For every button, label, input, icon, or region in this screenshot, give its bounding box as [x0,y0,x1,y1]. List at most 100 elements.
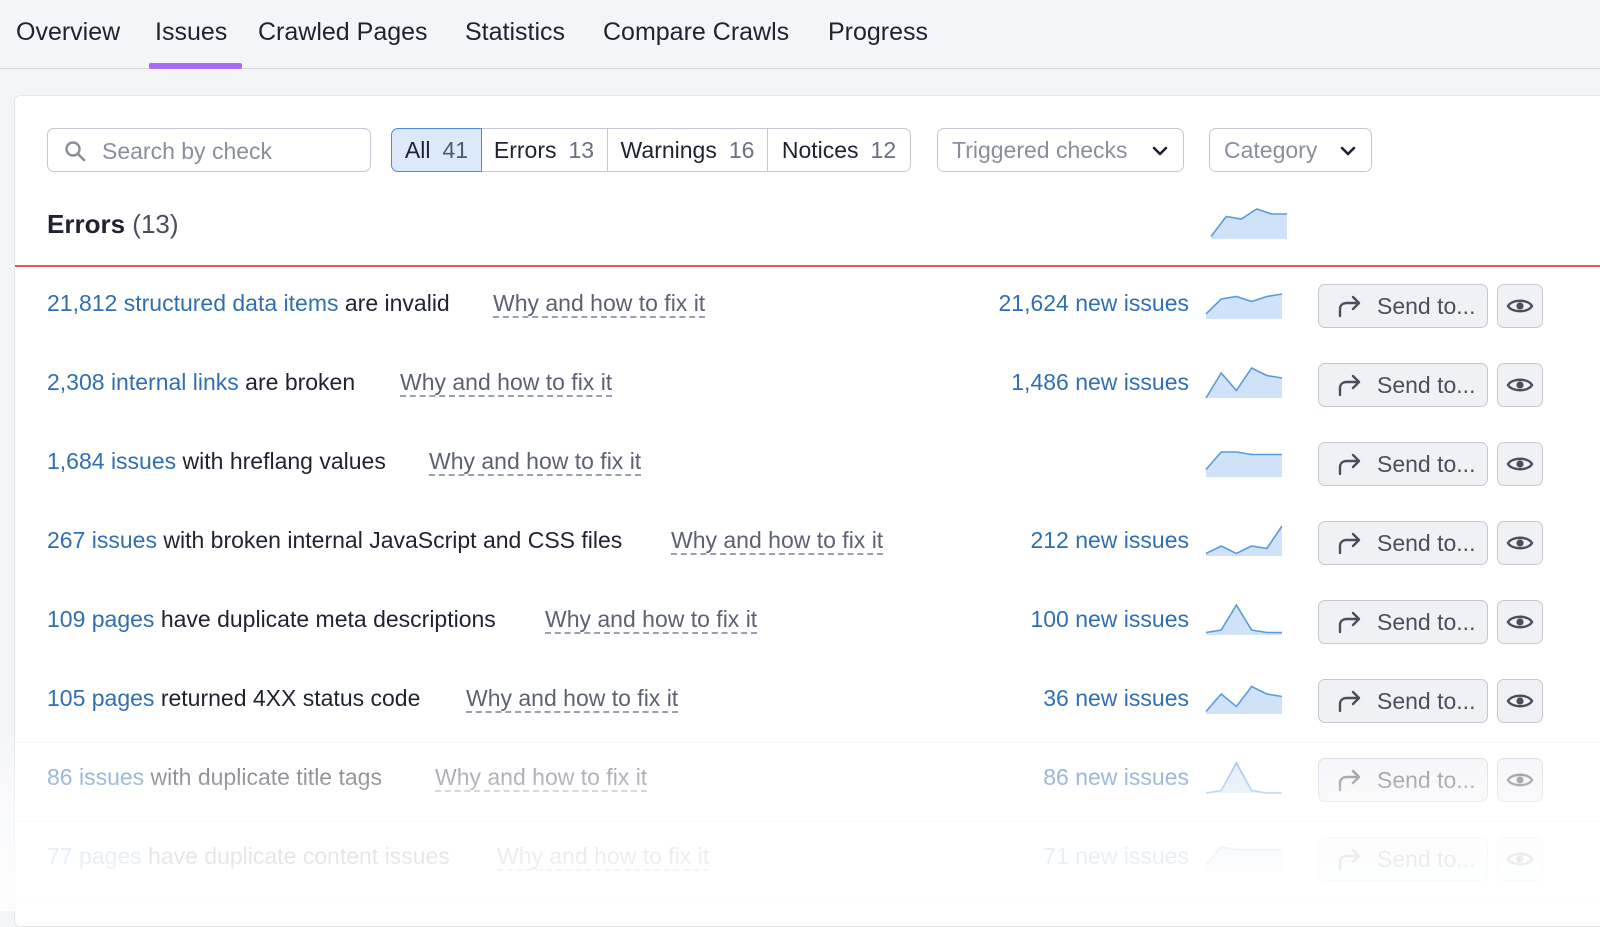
issue-text: have duplicate content issues [141,843,450,869]
share-arrow-icon [1338,690,1361,713]
issue-count-link[interactable]: 1,684 issues [47,448,176,474]
new-issues-link[interactable]: 36 new issues [1043,685,1189,712]
new-issues-link[interactable]: 212 new issues [1030,527,1189,554]
eye-icon [1506,694,1534,708]
send-to-label: Send to... [1377,529,1476,556]
tab-crawled-pages[interactable]: Crawled Pages [258,18,428,47]
eye-icon [1506,773,1534,787]
issue-count-link[interactable]: 2,308 internal links [47,369,239,395]
section-title-text: Errors [47,209,126,239]
hide-issue-button[interactable] [1497,363,1543,407]
issue-count-link[interactable]: 77 pages [47,843,142,869]
issue-description: 86 issues with duplicate title tags [47,764,382,791]
section-count: (13) [132,209,179,239]
issue-count-link[interactable]: 21,812 structured data items [47,290,339,316]
errors-section-title: Errors (13) [47,209,179,240]
filter-warnings[interactable]: Warnings 16 [607,128,768,172]
send-to-button[interactable]: Send to... [1318,679,1488,723]
issue-description: 21,812 structured data items are invalid [47,290,450,317]
tab-statistics[interactable]: Statistics [465,18,565,47]
filter-warnings-label: Warnings [620,136,717,163]
new-issues-link[interactable]: 21,624 new issues [998,290,1189,317]
eye-icon [1506,378,1534,392]
issue-text: returned 4XX status code [154,685,421,711]
hide-issue-button[interactable] [1497,837,1543,881]
why-and-how-to-fix-link[interactable]: Why and how to fix it [400,369,613,397]
send-to-label: Send to... [1377,687,1476,714]
new-issues-link[interactable]: 86 new issues [1043,764,1189,791]
send-to-button[interactable]: Send to... [1318,758,1488,802]
trend-sparkline [1205,761,1282,794]
tab-overview[interactable]: Overview [16,18,120,47]
send-to-button[interactable]: Send to... [1318,600,1488,644]
why-and-how-to-fix-link[interactable]: Why and how to fix it [435,764,648,792]
issue-description: 2,308 internal links are broken [47,369,355,396]
category-dropdown[interactable]: Category [1209,128,1372,172]
filter-notices-label: Notices [781,136,859,163]
new-issues-link[interactable]: 100 new issues [1030,606,1189,633]
why-and-how-to-fix-link[interactable]: Why and how to fix it [545,606,758,634]
sparkline-area [1206,368,1282,398]
hide-issue-button[interactable] [1497,442,1543,486]
issue-row: 105 pages returned 4XX status code Why an… [15,662,1600,743]
filter-errors[interactable]: Errors 13 [481,128,608,172]
hide-issue-button[interactable] [1497,600,1543,644]
trend-sparkline [1205,603,1282,635]
eye-icon [1506,615,1534,629]
new-issues-link[interactable]: 71 new issues [1043,843,1189,870]
triggered-checks-dropdown[interactable]: Triggered checks [937,128,1184,172]
share-arrow-icon [1338,848,1361,871]
filter-all-count: 41 [442,136,469,163]
search-input[interactable] [100,135,364,167]
share-arrow-icon [1338,453,1361,476]
why-and-how-to-fix-link[interactable]: Why and how to fix it [466,685,679,713]
sparkline-area [1206,294,1282,319]
errors-trend-sparkline [1210,208,1287,239]
filter-all[interactable]: All 41 [391,128,482,172]
hide-issue-button[interactable] [1497,758,1543,802]
why-and-how-to-fix-link[interactable]: Why and how to fix it [429,448,642,476]
issue-description: 105 pages returned 4XX status code [47,685,420,712]
issue-count-link[interactable]: 86 issues [47,764,144,790]
eye-icon [1506,457,1534,471]
send-to-button[interactable]: Send to... [1318,837,1488,881]
send-to-button[interactable]: Send to... [1318,521,1488,565]
why-and-how-to-fix-link[interactable]: Why and how to fix it [497,843,710,871]
issue-text: are invalid [338,290,450,316]
hide-issue-button[interactable] [1497,284,1543,328]
issue-description: 267 issues with broken internal JavaScri… [47,527,622,554]
send-to-button[interactable]: Send to... [1318,442,1488,486]
issue-count-link[interactable]: 267 issues [47,527,157,553]
why-and-how-to-fix-link[interactable]: Why and how to fix it [671,527,884,555]
issue-count-link[interactable]: 105 pages [47,685,154,711]
why-and-how-to-fix-link[interactable]: Why and how to fix it [493,290,706,318]
issue-row: 21,812 structured data items are invalid… [15,267,1600,348]
eye-icon [1506,299,1534,313]
issue-text: with hreflang values [176,448,386,474]
send-to-button[interactable]: Send to... [1318,284,1488,328]
search-icon [65,141,86,162]
trend-sparkline [1205,366,1283,399]
new-issues-link[interactable]: 1,486 new issues [1011,369,1189,396]
trend-sparkline [1205,846,1282,872]
send-to-label: Send to... [1377,292,1476,319]
sparkline-area [1206,526,1282,556]
issue-row: 86 issues with duplicate title tags Why a… [15,741,1600,822]
filter-warnings-count: 16 [728,136,755,163]
tab-issues[interactable]: Issues [155,18,227,47]
filter-notices[interactable]: Notices 12 [767,128,911,172]
issue-row: 109 pages have duplicate meta descriptio… [15,583,1600,664]
issue-row: 1,684 issues with hreflang values Why and… [15,425,1600,506]
tab-progress[interactable]: Progress [828,18,928,47]
trend-sparkline [1205,525,1283,556]
search-box[interactable] [47,128,371,172]
send-to-button[interactable]: Send to... [1318,363,1488,407]
tab-compare-crawls[interactable]: Compare Crawls [603,18,789,47]
issue-text: have duplicate meta descriptions [154,606,496,632]
issue-description: 1,684 issues with hreflang values [47,448,386,475]
hide-issue-button[interactable] [1497,521,1543,565]
filter-notices-count: 12 [870,136,897,163]
share-arrow-icon [1338,611,1361,634]
hide-issue-button[interactable] [1497,679,1543,723]
issue-count-link[interactable]: 109 pages [47,606,154,632]
